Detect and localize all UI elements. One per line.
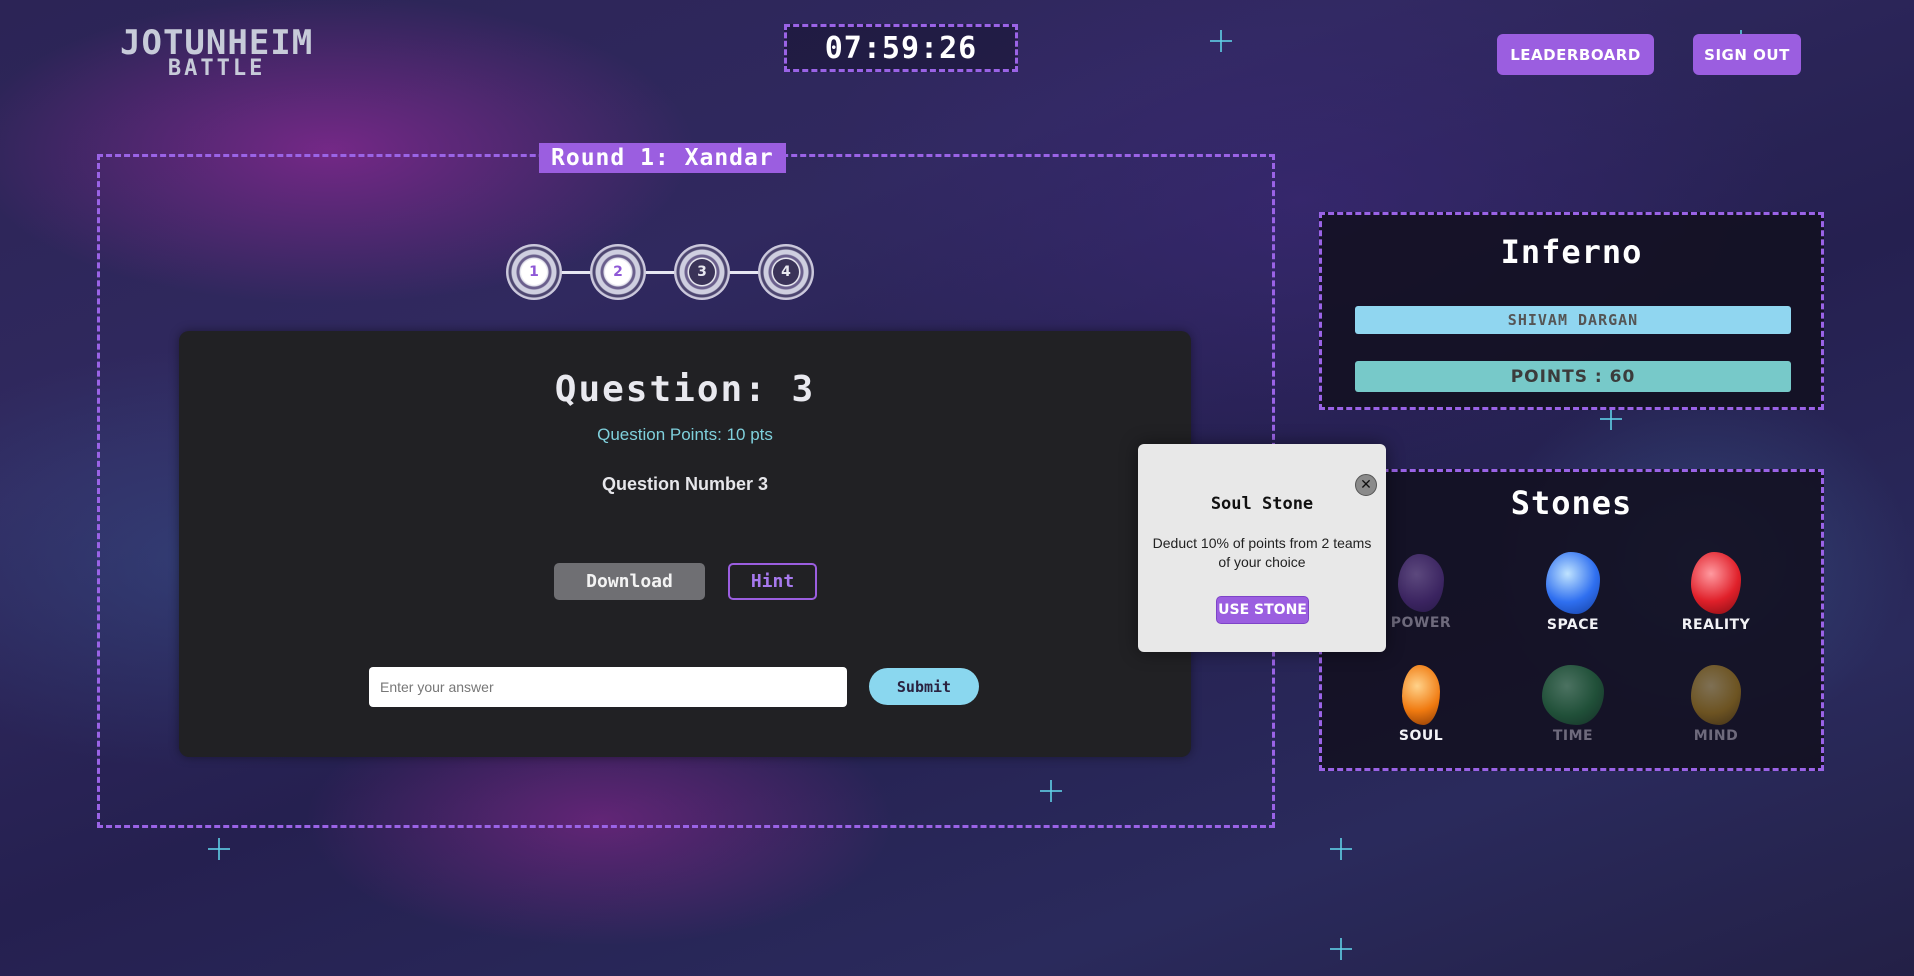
logo-title: JOTUNHEIM — [120, 23, 314, 63]
hint-button[interactable]: Hint — [728, 563, 817, 600]
step-number: 4 — [773, 259, 799, 285]
stone-popup: ✕ Soul Stone Deduct 10% of points from 2… — [1138, 444, 1386, 652]
leaderboard-button[interactable]: LEADERBOARD — [1497, 34, 1654, 75]
team-panel: Inferno SHIVAM DARGAN POINTS : 60 — [1319, 212, 1824, 410]
stone-reality[interactable]: REALITY — [1661, 552, 1771, 633]
team-name: Inferno — [1500, 233, 1643, 271]
round-title: Round 1: Xandar — [539, 143, 786, 173]
step-connector — [560, 270, 592, 274]
power-stone-icon — [1398, 554, 1444, 612]
stone-label: REALITY — [1681, 617, 1751, 633]
team-member: SHIVAM DARGAN — [1355, 306, 1791, 334]
step-connector — [728, 270, 760, 274]
question-stepper: 1 2 3 4 — [506, 244, 814, 300]
stones-title: Stones — [1510, 484, 1633, 522]
stone-label: MIND — [1693, 728, 1739, 744]
popup-title: Soul Stone — [1210, 494, 1314, 514]
step-2[interactable]: 2 — [590, 244, 646, 300]
step-connector — [644, 270, 676, 274]
answer-input[interactable] — [369, 667, 847, 707]
countdown-timer: 07:59:26 — [784, 24, 1018, 72]
stone-label: SOUL — [1398, 728, 1444, 744]
step-4[interactable]: 4 — [758, 244, 814, 300]
stone-label: TIME — [1552, 728, 1594, 744]
stone-space[interactable]: SPACE — [1518, 552, 1628, 633]
question-text: Question Number 3 — [601, 474, 769, 494]
step-number: 3 — [689, 259, 715, 285]
download-button[interactable]: Download — [554, 563, 705, 600]
step-3[interactable]: 3 — [674, 244, 730, 300]
stone-time[interactable]: TIME — [1518, 665, 1628, 744]
soul-stone-icon — [1402, 665, 1440, 725]
stones-panel: Stones POWER SPACE REALITY SOUL TIME MIN… — [1319, 469, 1824, 771]
stone-soul[interactable]: SOUL — [1366, 665, 1476, 744]
question-card: Question: 3 Question Points: 10 pts Ques… — [179, 331, 1191, 757]
step-number: 2 — [605, 259, 631, 285]
reality-stone-icon — [1691, 552, 1741, 614]
space-stone-icon — [1546, 552, 1600, 614]
mind-stone-icon — [1691, 665, 1741, 725]
time-stone-icon — [1542, 665, 1604, 725]
stone-mind[interactable]: MIND — [1661, 665, 1771, 744]
step-1[interactable]: 1 — [506, 244, 562, 300]
logo: JOTUNHEIM BATTLE — [120, 26, 313, 80]
submit-button[interactable]: Submit — [869, 668, 979, 705]
close-icon[interactable]: ✕ — [1355, 474, 1377, 496]
use-stone-button[interactable]: USE STONE — [1216, 596, 1309, 624]
team-points: POINTS : 60 — [1355, 361, 1791, 392]
question-points: Question Points: 10 pts — [597, 425, 773, 444]
sign-out-button[interactable]: SIGN OUT — [1693, 34, 1801, 75]
popup-description: Deduct 10% of points from 2 teams of you… — [1152, 535, 1372, 570]
step-number: 1 — [521, 259, 547, 285]
stone-label: SPACE — [1546, 617, 1600, 633]
question-title: Question: 3 — [554, 369, 816, 410]
